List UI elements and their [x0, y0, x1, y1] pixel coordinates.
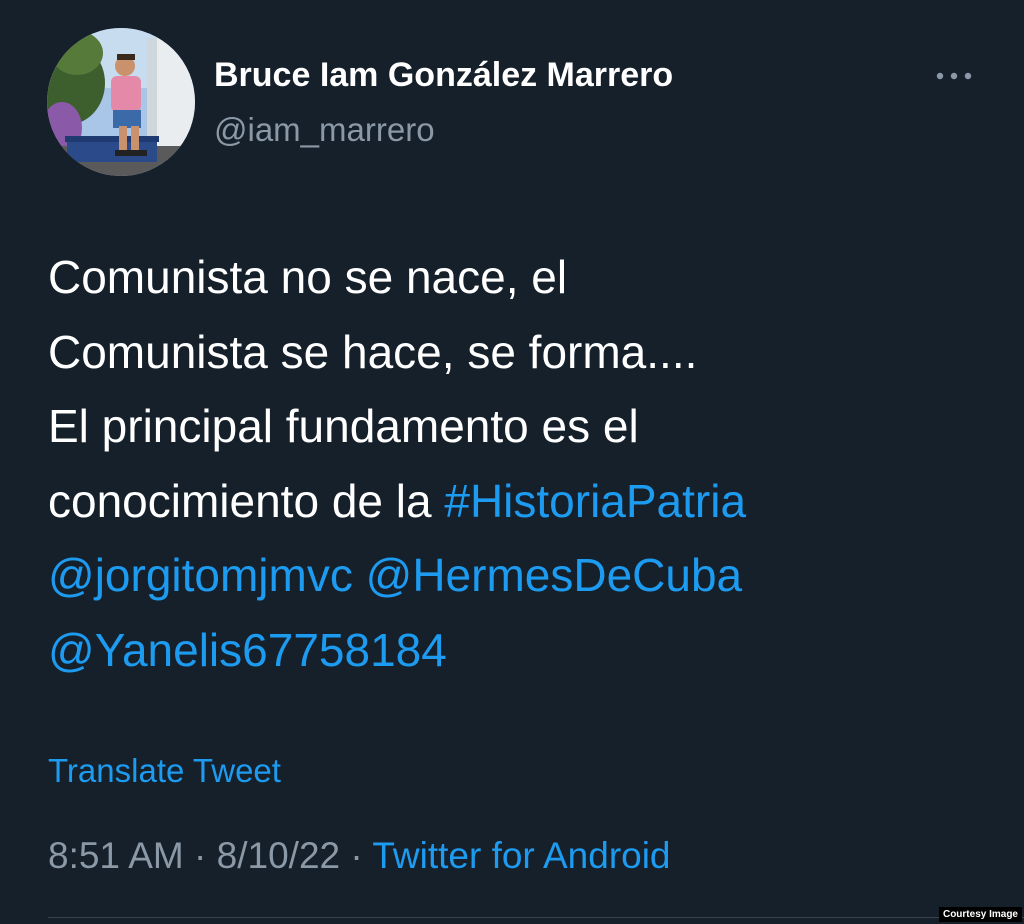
tweet-line: Comunista no se nace, el: [48, 251, 568, 303]
meta-separator: ·: [340, 835, 373, 876]
mention-link[interactable]: @HermesDeCuba: [366, 549, 743, 601]
tweet-source-link[interactable]: Twitter for Android: [372, 835, 670, 876]
divider: [48, 917, 1024, 918]
hashtag-link[interactable]: #HistoriaPatria: [444, 475, 746, 527]
tweet-time[interactable]: 8:51 AM: [48, 835, 184, 876]
translate-tweet-link[interactable]: Translate Tweet: [48, 752, 281, 790]
tweet-line: El principal fundamento es el: [48, 400, 639, 452]
avatar[interactable]: [47, 28, 195, 176]
more-horizontal-icon: [936, 72, 972, 80]
tweet-text-fragment: conocimiento de la: [48, 474, 445, 527]
tweet-line: conocimiento de la #HistoriaPatria: [48, 464, 998, 539]
author-handle[interactable]: @iam_marrero: [214, 111, 435, 149]
tweet-line: @Yanelis67758184: [48, 613, 998, 688]
tweet-date[interactable]: 8/10/22: [217, 835, 340, 876]
profile-photo: [47, 28, 195, 176]
more-options-button[interactable]: [930, 60, 978, 92]
mention-link[interactable]: @jorgitomjmvc: [48, 549, 353, 601]
meta-separator: ·: [183, 835, 217, 876]
tweet-line: @jorgitomjmvc @HermesDeCuba: [48, 538, 998, 613]
tweet-text: Comunista no se nace, el Comunista se ha…: [48, 240, 998, 687]
tweet-line: Comunista se hace, se forma....: [48, 325, 698, 378]
mention-link[interactable]: @Yanelis67758184: [48, 624, 447, 676]
author-display-name[interactable]: Bruce Iam González Marrero: [214, 56, 673, 95]
courtesy-image-caption: Courtesy Image: [938, 907, 1022, 922]
tweet-meta: 8:51 AM · 8/10/22 · Twitter for Android: [48, 835, 671, 877]
